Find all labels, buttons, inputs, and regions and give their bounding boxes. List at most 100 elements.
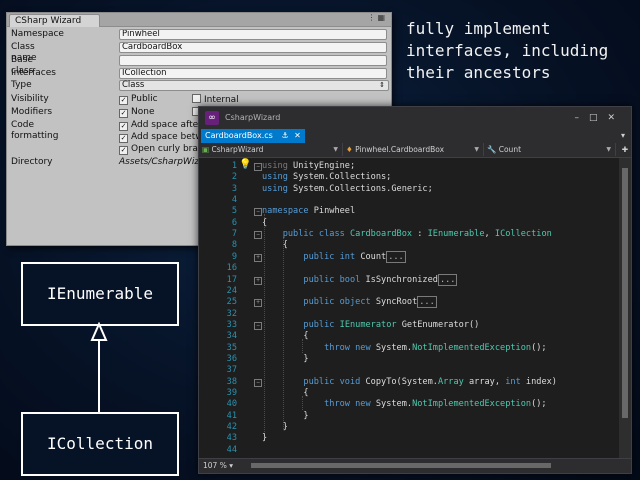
caption-line-2: interfaces, including <box>406 41 609 60</box>
base-class-input[interactable] <box>119 55 387 66</box>
zoom-level[interactable]: 107 % ▾ <box>203 459 233 473</box>
nav-member-dropdown[interactable]: 🔧 Count ▼ <box>484 143 616 156</box>
wizard-tab-bar: CSharp Wizard ⋮▦ <box>7 13 391 27</box>
visibility-public-checkbox[interactable]: ✓ Public <box>119 94 158 105</box>
line-number: 32 <box>226 309 237 319</box>
vertical-scroll-thumb[interactable] <box>622 168 628 418</box>
code-line: public int Count... <box>303 251 406 263</box>
visual-studio-window: ∞ CsharpWizard –□✕ CardboardBox.cs ⚓ ✕ ▾… <box>198 106 632 474</box>
line-number: 36 <box>226 354 237 364</box>
modifiers-none-checkbox[interactable]: ✓ None <box>119 107 154 118</box>
line-number: 7 <box>231 229 237 239</box>
collapse-icon[interactable]: − <box>254 163 262 171</box>
collapse-icon[interactable]: − <box>254 208 262 216</box>
line-number: 25 <box>226 297 237 307</box>
horizontal-scroll-thumb[interactable] <box>251 463 551 468</box>
line-number: 2 <box>231 172 237 182</box>
code-line: using UnityEngine; <box>262 161 356 171</box>
code-line: { <box>262 388 309 398</box>
horizontal-scrollbar[interactable]: 107 % ▾ <box>199 458 631 473</box>
format-space-between-checkbox[interactable]: ✓ Add space betw <box>119 132 203 143</box>
line-number: 6 <box>231 218 237 228</box>
uml-icollection-box: ICollection <box>21 412 179 476</box>
code-line: throw new System.NotImplementedException… <box>324 343 547 353</box>
line-number: 41 <box>226 411 237 421</box>
wizard-window-controls[interactable]: ⋮▦ <box>367 13 387 22</box>
format-space-after-label: Add space afte <box>131 120 199 130</box>
visibility-internal-checkbox[interactable]: Internal <box>192 94 239 105</box>
caption-line-1: fully implement <box>406 19 551 38</box>
close-icon[interactable]: ✕ <box>607 113 625 123</box>
line-number: 42 <box>226 422 237 432</box>
code-line: public object SyncRoot... <box>303 296 437 308</box>
vertical-scrollbar[interactable] <box>619 158 631 459</box>
class-icon: ♦ <box>346 145 353 154</box>
split-editor-icon[interactable]: ✚ <box>622 143 628 156</box>
directory-value[interactable]: Assets/CsharpWiza <box>119 157 205 168</box>
directory-label: Directory <box>11 157 53 167</box>
type-label: Type <box>11 80 32 90</box>
chevron-down-icon: ▼ <box>474 146 479 153</box>
type-dropdown[interactable]: Class ⇕ <box>119 80 389 91</box>
line-number: 1 <box>231 161 237 171</box>
expand-icon[interactable]: + <box>254 254 262 262</box>
code-line: using System.Collections; <box>262 172 392 182</box>
code-line: using System.Collections.Generic; <box>262 184 433 194</box>
visibility-public-label: Public <box>131 94 158 104</box>
interfaces-input[interactable]: ICollection <box>119 68 387 79</box>
code-line: } <box>262 354 309 364</box>
line-number: 8 <box>231 240 237 250</box>
line-number: 43 <box>226 433 237 443</box>
vs-title-bar: ∞ CsharpWizard –□✕ <box>199 107 631 129</box>
maximize-icon[interactable]: □ <box>589 113 608 123</box>
lightbulb-icon[interactable]: 💡 <box>239 159 251 170</box>
checkbox-checked-icon: ✓ <box>119 146 128 155</box>
nav-project-dropdown[interactable]: ▣ CsharpWizard ▼ <box>199 143 343 156</box>
class-name-input[interactable]: CardboardBox <box>119 42 387 53</box>
code-editor[interactable]: 💡 1 − using UnityEngine; 2 using System.… <box>199 158 619 458</box>
line-number: 4 <box>231 195 237 205</box>
uml-ienumerable-box: IEnumerable <box>21 262 179 326</box>
collapse-icon[interactable]: − <box>254 231 262 239</box>
expand-icon[interactable]: + <box>254 299 262 307</box>
modifiers-none-label: None <box>131 107 155 117</box>
namespace-input[interactable]: Pinwheel <box>119 29 387 40</box>
format-space-between-label: Add space betw <box>131 132 203 142</box>
line-number: 16 <box>226 263 237 273</box>
code-line: } <box>262 422 288 432</box>
collapsed-region[interactable]: ... <box>417 296 437 308</box>
code-line: { <box>262 240 288 250</box>
menu-icon[interactable]: ⋮ <box>367 13 377 22</box>
code-line: public bool IsSynchronized... <box>303 274 458 286</box>
interfaces-label: Interfaces <box>11 68 56 78</box>
collapse-icon[interactable]: − <box>254 379 262 387</box>
line-number: 5 <box>231 206 237 216</box>
wizard-tab[interactable]: CSharp Wizard <box>9 14 101 27</box>
collapsed-region[interactable]: ... <box>437 274 458 286</box>
close-tab-icon[interactable]: ✕ <box>294 131 301 140</box>
collapse-icon[interactable]: − <box>254 322 262 330</box>
minimize-icon[interactable]: – <box>574 113 589 123</box>
chevron-down-icon: ▾ <box>229 461 233 470</box>
format-open-curly-checkbox[interactable]: ✓ Open curly brac <box>119 144 203 155</box>
modifiers-label: Modifiers <box>11 107 53 117</box>
close-icon[interactable]: ▦ <box>377 13 387 22</box>
line-number: 37 <box>226 365 237 375</box>
checkbox-checked-icon: ✓ <box>119 134 128 143</box>
nav-class-dropdown[interactable]: ♦ Pinwheel.CardboardBox ▼ <box>343 143 484 156</box>
line-number: 44 <box>226 445 237 455</box>
wrench-icon: 🔧 <box>487 145 497 154</box>
format-space-after-checkbox[interactable]: ✓ Add space afte <box>119 120 198 131</box>
nav-member-label: Count <box>498 145 522 154</box>
tab-cardboardbox-cs[interactable]: CardboardBox.cs ⚓ ✕ <box>201 129 305 143</box>
collapsed-region[interactable]: ... <box>386 251 406 263</box>
expand-icon[interactable]: + <box>254 277 262 285</box>
pin-icon[interactable]: ⚓ <box>281 131 288 140</box>
line-number: 40 <box>226 399 237 409</box>
code-line: { <box>262 331 309 341</box>
line-number: 3 <box>231 184 237 194</box>
vs-window-controls[interactable]: –□✕ <box>574 107 625 129</box>
code-line: namespace Pinwheel <box>262 206 356 216</box>
code-line: { <box>262 218 268 228</box>
tab-overflow-chevron-icon[interactable]: ▾ <box>621 129 625 143</box>
